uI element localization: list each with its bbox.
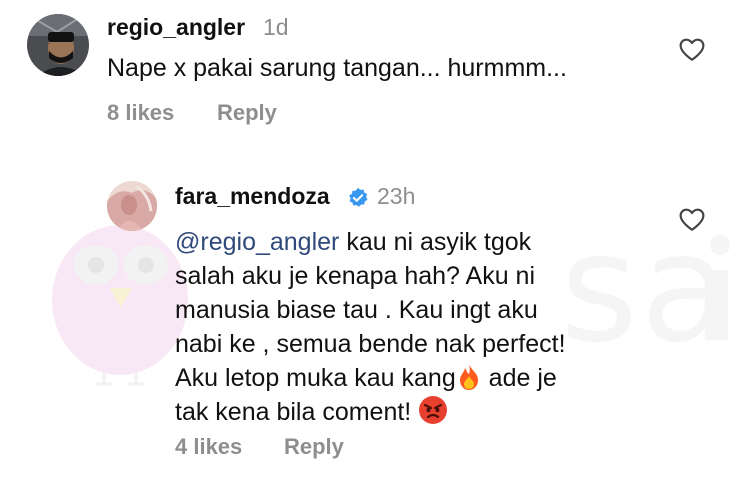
reply-text-line: salah aku je kenapa hah? Aku ni [175, 262, 535, 290]
heart-icon[interactable] [679, 38, 705, 62]
reply-button[interactable]: Reply [217, 100, 277, 126]
avatar[interactable] [27, 14, 89, 76]
comment-username[interactable]: regio_angler [107, 14, 245, 41]
comment-username[interactable]: fara_mendoza [175, 183, 330, 210]
svg-text:s: s [560, 202, 638, 376]
heart-icon[interactable] [679, 208, 705, 232]
comment-timestamp: 1d [263, 14, 289, 40]
reply-text-line: @regio_angler kau ni asyik tgok [175, 225, 531, 259]
angry-face-emoji-icon [419, 396, 448, 424]
likes-count[interactable]: 8 likes [107, 100, 174, 126]
reply-text-line: tak kena bila coment! [175, 395, 448, 429]
reply-text: tak kena bila coment! [175, 398, 419, 426]
reply-text-line: nabi ke , semua bende nak perfect! [175, 330, 566, 358]
reply-button[interactable]: Reply [284, 434, 344, 460]
verified-icon [349, 187, 368, 207]
reply-text: kau ni asyik tgok [339, 228, 532, 256]
reply-text-line: Aku letop muka kau kang ade je [175, 361, 557, 395]
reply-text: Aku letop muka kau kang [175, 364, 456, 392]
comment-text: Nape x pakai sarung tangan... hurmmm... [107, 54, 567, 82]
fire-emoji-icon [459, 364, 478, 390]
avatar[interactable] [107, 181, 157, 231]
reply-text-line: manusia biase tau . Kau ingt aku [175, 296, 538, 324]
likes-count[interactable]: 4 likes [175, 434, 242, 460]
reply-text: ade je [481, 364, 557, 392]
comment-timestamp: 23h [377, 183, 416, 209]
mention-link[interactable]: @regio_angler [175, 228, 339, 256]
